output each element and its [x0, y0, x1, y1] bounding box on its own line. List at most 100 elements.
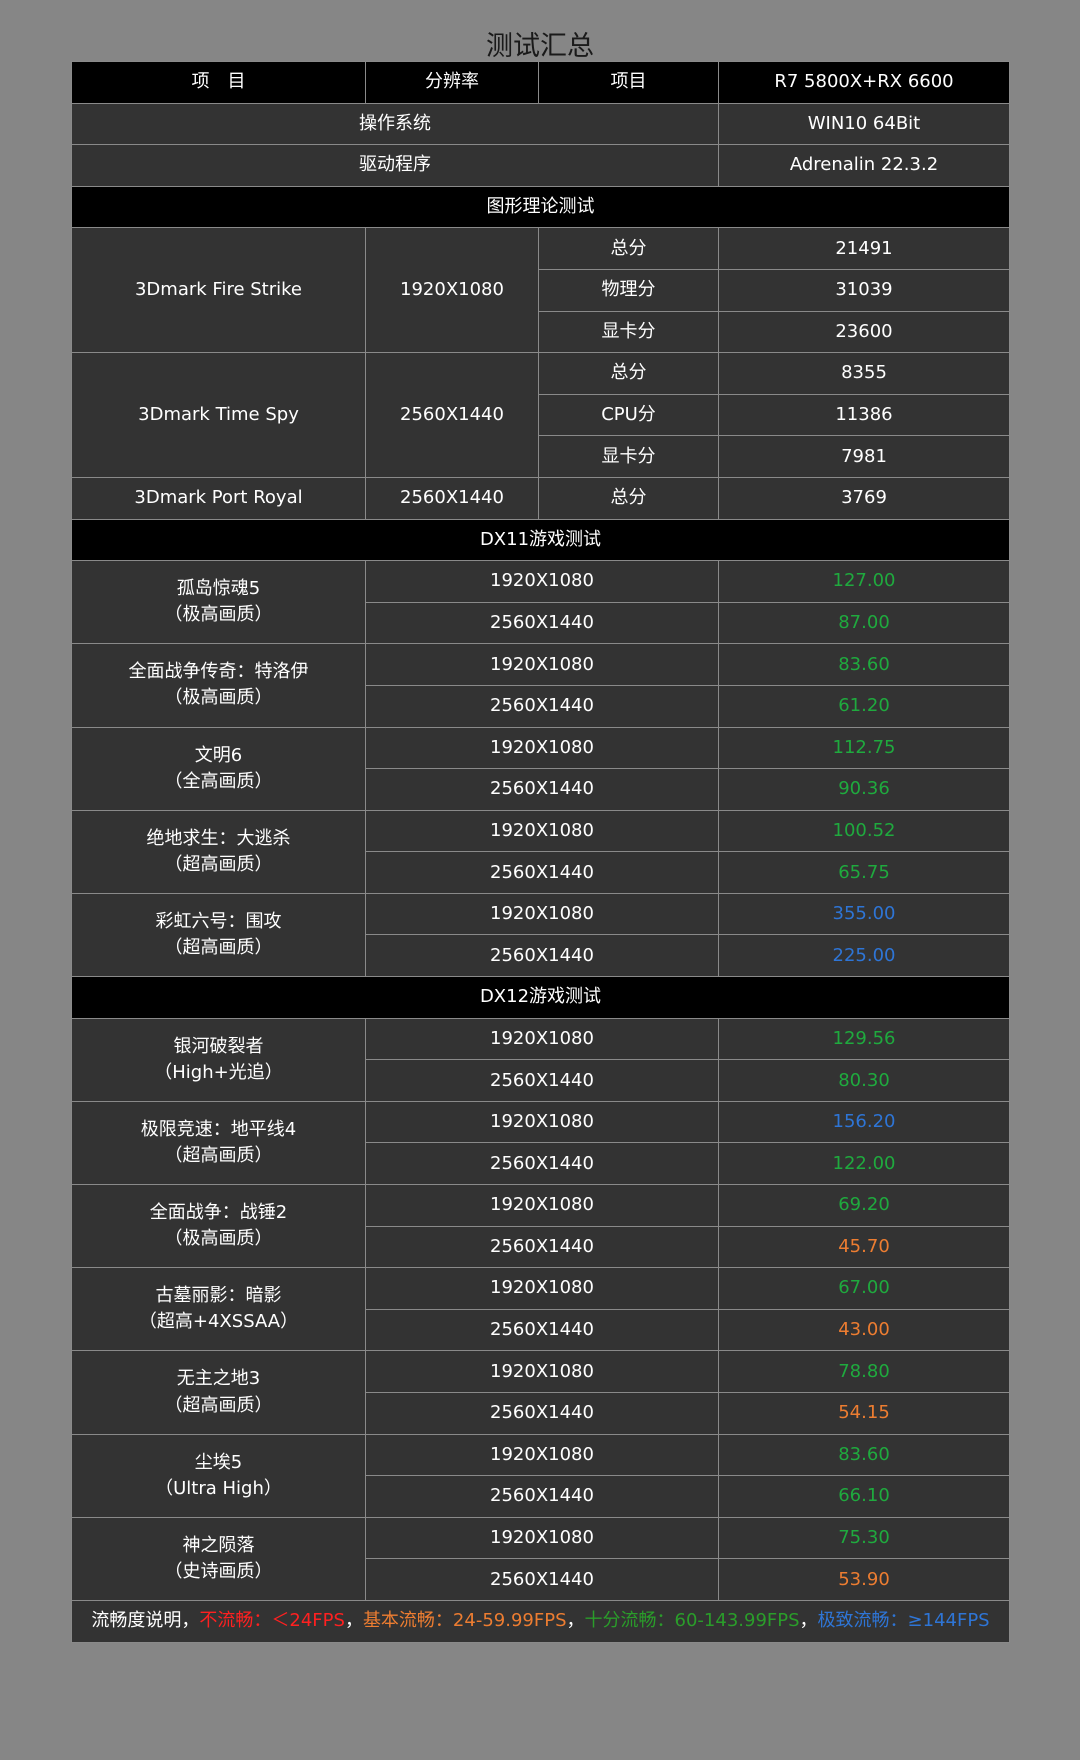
fps-value: 127.00	[718, 560, 1010, 603]
game-resolution: 2560X1440	[365, 684, 719, 728]
game-name: 极限竞速：地平线4 （超高画质）	[71, 1100, 366, 1186]
fps-value: 61.20	[718, 684, 1010, 728]
game-resolution: 2560X1440	[365, 1225, 719, 1269]
game-resolution: 1920X1080	[365, 1433, 719, 1477]
game-resolution: 1920X1080	[365, 892, 719, 936]
section-row-dx11: DX11游戏测试	[71, 518, 1010, 562]
fps-value: 87.00	[718, 601, 1010, 645]
game-resolution: 2560X1440	[365, 1475, 719, 1518]
fps-value: 69.20	[718, 1184, 1010, 1227]
game-quality: （超高画质）	[164, 853, 273, 875]
table-row: 驱动程序 Adrenalin 22.3.2	[71, 144, 1010, 187]
game-quality: （超高画质）	[164, 936, 273, 958]
game-quality: （超高+4XSSAA）	[138, 1311, 299, 1333]
legend-very-smooth: 十分流畅：60-143.99FPS	[584, 1610, 800, 1632]
game-name: 绝地求生：大逃杀 （超高画质）	[71, 809, 366, 894]
fps-value: 355.00	[718, 892, 1010, 936]
fps-value: 225.00	[718, 934, 1010, 978]
game-title: 全面战争传奇：特洛伊	[128, 661, 309, 683]
score-label: 总分	[538, 352, 719, 395]
game-title: 无主之地3	[176, 1368, 261, 1390]
game-resolution: 1920X1080	[365, 1516, 719, 1560]
game-name: 神之陨落 （史诗画质）	[71, 1516, 366, 1601]
game-title: 彩虹六号：围攻	[155, 910, 282, 932]
game-resolution: 2560X1440	[365, 934, 719, 978]
legend-prefix: 流畅度说明，	[91, 1610, 200, 1632]
game-quality: （超高画质）	[164, 1394, 273, 1416]
page-title: 测试汇总	[486, 31, 594, 62]
game-name: 古墓丽影：暗影 （超高+4XSSAA）	[71, 1267, 366, 1352]
test-resolution: 2560X1440	[365, 476, 539, 520]
score-value: 7981	[718, 435, 1010, 478]
score-value: 31039	[718, 268, 1010, 312]
section-title: DX12游戏测试	[71, 976, 1010, 1019]
table-row: 文明6 （全高画质） 1920X1080 112.75	[71, 726, 1010, 811]
test-resolution: 1920X1080	[365, 227, 539, 354]
game-quality: （极高画质）	[164, 1228, 273, 1250]
header-config: R7 5800X+RX 6600	[718, 61, 1010, 104]
score-value: 3769	[718, 476, 1010, 520]
game-quality: （超高画质）	[164, 1144, 273, 1166]
score-value: 11386	[718, 393, 1010, 437]
game-name: 银河破裂者 （High+光追）	[71, 1017, 366, 1102]
fps-value: 45.70	[718, 1225, 1010, 1269]
legend-basic-smooth: 基本流畅：24-59.99FPS	[362, 1610, 567, 1632]
game-resolution: 2560X1440	[365, 851, 719, 894]
game-title: 银河破裂者	[173, 1035, 264, 1057]
game-resolution: 2560X1440	[365, 1308, 719, 1352]
header-subitem: 项目	[538, 61, 719, 104]
score-label: 显卡分	[538, 310, 719, 354]
legend-not-smooth: 不流畅：＜24FPS	[199, 1610, 345, 1632]
score-value: 23600	[718, 310, 1010, 354]
score-label: 物理分	[538, 268, 719, 312]
legend-extreme-smooth: 极致流畅：≥144FPS	[817, 1610, 990, 1632]
section-row-theory: 图形理论测试	[71, 185, 1010, 229]
score-label: CPU分	[538, 393, 719, 437]
table-row: 3Dmark Fire Strike 1920X1080 总分 21491	[71, 227, 1010, 354]
table-row: 孤岛惊魂5 （极高画质） 1920X1080 127.00	[71, 560, 1010, 645]
legend-separator: ，	[799, 1610, 818, 1632]
fps-value: 54.15	[718, 1392, 1010, 1435]
game-title: 极限竞速：地平线4	[140, 1118, 297, 1140]
game-name: 孤岛惊魂5 （极高画质）	[71, 560, 366, 645]
table-row: 尘埃5 （Ultra High） 1920X1080 83.60	[71, 1433, 1010, 1518]
table-row: 极限竞速：地平线4 （超高画质） 1920X1080 156.20	[71, 1100, 1010, 1186]
game-name: 全面战争传奇：特洛伊 （极高画质）	[71, 643, 366, 728]
game-resolution: 1920X1080	[365, 1017, 719, 1061]
fps-value: 78.80	[718, 1350, 1010, 1393]
game-resolution: 1920X1080	[365, 809, 719, 853]
fps-value: 65.75	[718, 851, 1010, 894]
game-resolution: 2560X1440	[365, 768, 719, 811]
test-name: 3Dmark Fire Strike	[71, 227, 366, 354]
game-quality: （全高画质）	[164, 770, 273, 792]
game-title: 孤岛惊魂5	[176, 578, 261, 600]
game-quality: （极高画质）	[164, 687, 273, 709]
game-resolution: 2560X1440	[365, 1392, 719, 1435]
os-value: WIN10 64Bit	[718, 102, 1010, 146]
game-title: 神之陨落	[182, 1534, 255, 1556]
legend-row: 流畅度说明，不流畅：＜24FPS，基本流畅：24-59.99FPS，十分流畅：6…	[71, 1599, 1010, 1643]
summary-table: 项 目 分辨率 项目 R7 5800X+RX 6600 操作系统 WIN10 6…	[71, 61, 1010, 1643]
test-name: 3Dmark Time Spy	[71, 352, 366, 478]
table-row: 古墓丽影：暗影 （超高+4XSSAA） 1920X1080 67.00	[71, 1267, 1010, 1352]
game-name: 文明6 （全高画质）	[71, 726, 366, 811]
game-title: 古墓丽影：暗影	[155, 1285, 282, 1307]
table-row: 银河破裂者 （High+光追） 1920X1080 129.56	[71, 1017, 1010, 1102]
table-row: 彩虹六号：围攻 （超高画质） 1920X1080 355.00	[71, 892, 1010, 978]
game-quality: （极高画质）	[164, 604, 273, 626]
fps-value: 83.60	[718, 643, 1010, 686]
table-row: 3Dmark Time Spy 2560X1440 总分 8355	[71, 352, 1010, 478]
table-row: 3Dmark Port Royal 2560X1440 总分 3769	[71, 476, 1010, 520]
section-row-dx12: DX12游戏测试	[71, 976, 1010, 1019]
driver-value: Adrenalin 22.3.2	[718, 144, 1010, 187]
fps-value: 53.90	[718, 1558, 1010, 1601]
fps-value: 129.56	[718, 1017, 1010, 1061]
game-title: 绝地求生：大逃杀	[146, 827, 291, 849]
score-value: 8355	[718, 352, 1010, 395]
test-name: 3Dmark Port Royal	[71, 476, 366, 520]
test-resolution: 2560X1440	[365, 352, 539, 478]
fps-value: 90.36	[718, 768, 1010, 811]
header-item: 项 目	[71, 61, 366, 104]
game-quality: （High+光追）	[154, 1061, 283, 1083]
score-label: 总分	[538, 227, 719, 270]
